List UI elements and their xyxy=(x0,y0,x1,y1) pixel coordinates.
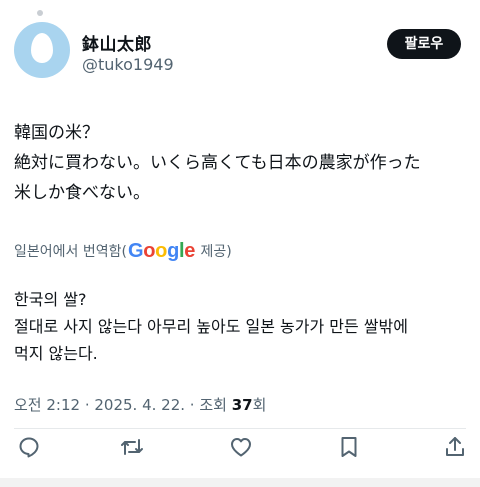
bottom-strip xyxy=(0,478,480,487)
avatar[interactable] xyxy=(14,22,70,78)
like-icon xyxy=(231,438,251,457)
reply-icon xyxy=(19,437,39,458)
like-button[interactable] xyxy=(226,432,256,462)
translation-suffix: 제공) xyxy=(196,244,232,260)
google-logo: Google xyxy=(127,239,196,262)
divider xyxy=(14,428,466,429)
tweet-time[interactable]: 오전 2:12 xyxy=(14,394,80,415)
tweet-text: 韓国の米？ 絶対に買わない。いくら高くても日本の農家が作った 米しか食べない。 xyxy=(14,123,421,203)
reply-button[interactable] xyxy=(14,432,44,462)
retweet-icon xyxy=(121,439,143,455)
page-indicator xyxy=(37,10,43,16)
translation-attribution: 일본어에서 번역함( Google 제공) xyxy=(14,240,232,262)
translated-text: 한국의 쌀? 절대로 사지 않는다 아무리 높아도 일본 농가가 만든 쌀밖에 … xyxy=(14,290,408,363)
views-count: 37 xyxy=(231,396,253,414)
meta-separator: · xyxy=(80,396,95,414)
author-display-name[interactable]: 鉢山太郎 xyxy=(82,30,152,55)
translation-prefix: 일본어에서 번역함( xyxy=(14,244,127,260)
follow-button[interactable]: 팔로우 xyxy=(387,29,461,59)
bookmark-icon xyxy=(341,437,357,457)
share-button[interactable] xyxy=(440,432,470,462)
tweet-date[interactable]: 2025. 4. 22. xyxy=(94,396,185,414)
retweet-button[interactable] xyxy=(117,432,147,462)
meta-separator: · xyxy=(185,396,200,414)
share-icon xyxy=(446,437,464,456)
views-suffix: 회 xyxy=(252,396,267,414)
bookmark-button[interactable] xyxy=(334,432,364,462)
author-handle[interactable]: @tuko1949 xyxy=(82,55,174,74)
action-bar xyxy=(0,430,480,466)
views-label: 조회 xyxy=(199,396,232,414)
default-egg-avatar-icon xyxy=(31,33,53,63)
tweet-metadata: 오전 2:12 · 2025. 4. 22. · 조회 37 회 xyxy=(14,394,266,415)
